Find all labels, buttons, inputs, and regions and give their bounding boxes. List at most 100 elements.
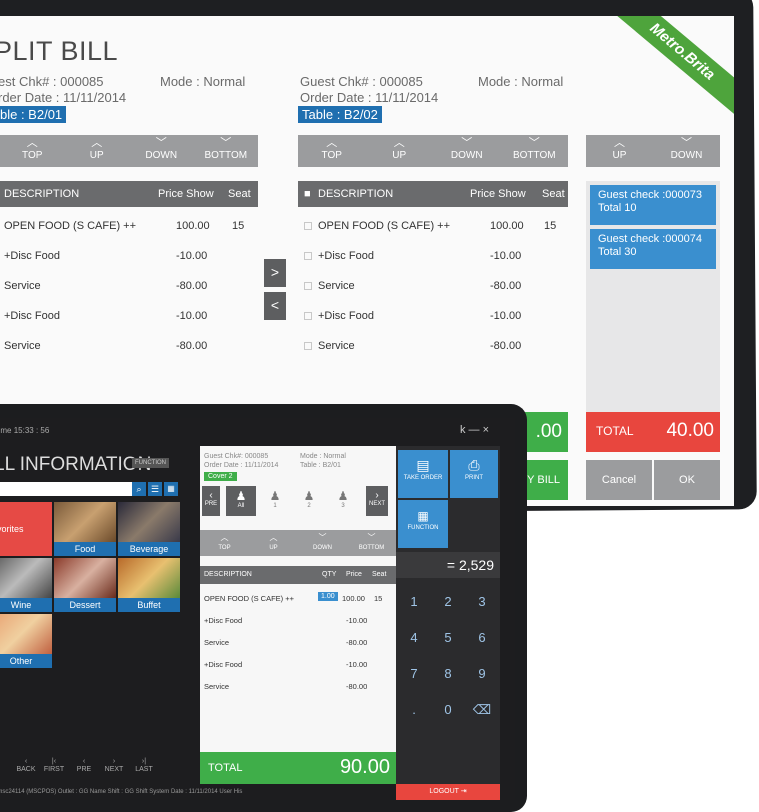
- table-row[interactable]: +Disc Food -10.00: [0, 302, 258, 332]
- table-row[interactable]: +Disc Food -10.00: [298, 302, 568, 332]
- nav-bottom[interactable]: ﹀ BOTTOM: [347, 530, 396, 556]
- seat-1-button[interactable]: ♟ 1: [260, 486, 290, 516]
- key-7[interactable]: 7: [396, 656, 432, 692]
- row-checkbox[interactable]: [304, 312, 312, 320]
- row-checkbox[interactable]: [304, 252, 312, 260]
- right-nav-top[interactable]: ︿ TOP: [298, 135, 366, 167]
- right-nav-down[interactable]: ﹀ DOWN: [433, 135, 501, 167]
- key-3[interactable]: 3: [464, 584, 500, 620]
- right-nav-bar: ︿ TOP ︿ UP ﹀ DOWN ﹀ BOTTOM: [298, 135, 568, 167]
- right-nav-up[interactable]: ︿ UP: [366, 135, 434, 167]
- grid-view-icon[interactable]: ▦: [164, 482, 178, 496]
- key-8[interactable]: 8: [430, 656, 466, 692]
- nav-pre[interactable]: ‹ PRE: [72, 758, 96, 774]
- ok-button[interactable]: OK: [654, 460, 720, 500]
- nav-next[interactable]: › NEXT: [102, 758, 126, 774]
- key-0[interactable]: 0: [430, 692, 466, 728]
- backspace-icon[interactable]: ⌫: [464, 692, 500, 728]
- key-4[interactable]: 4: [396, 620, 432, 656]
- category-food[interactable]: Food: [54, 502, 116, 556]
- table-row[interactable]: OPEN FOOD (S CAFE) ++ 100.00 15: [0, 212, 258, 242]
- list-view-icon[interactable]: ☰: [148, 482, 162, 496]
- row-desc[interactable]: Service: [204, 682, 229, 691]
- cancel-button[interactable]: Cancel: [586, 460, 652, 500]
- nav-back[interactable]: ‹ BACK: [14, 758, 38, 774]
- key-6[interactable]: 6: [464, 620, 500, 656]
- move-right-button[interactable]: >: [264, 259, 286, 287]
- key-9[interactable]: 9: [464, 656, 500, 692]
- key-dot[interactable]: .: [396, 692, 432, 728]
- row-price: -80.00: [346, 682, 368, 691]
- nav-first[interactable]: |‹ FIRST: [42, 758, 66, 774]
- search-input[interactable]: [0, 482, 132, 496]
- logout-button[interactable]: LOGOUT ⇥: [396, 784, 500, 800]
- category-wine[interactable]: Wine: [0, 558, 52, 612]
- nav-last[interactable]: ›| LAST: [132, 758, 156, 774]
- person-icon: ♟: [235, 489, 247, 503]
- right-mode: Mode : Normal: [478, 74, 564, 89]
- nav-p[interactable]: ‹P: [0, 758, 4, 774]
- table-row[interactable]: +Disc Food -10.00: [298, 242, 568, 272]
- nav-down[interactable]: ﹀ DOWN: [298, 530, 347, 556]
- qty-badge[interactable]: 1.00: [318, 592, 338, 601]
- category-beverage[interactable]: Beverage: [118, 502, 180, 556]
- left-table-header: DESCRIPTION Price Show Seat: [0, 181, 258, 207]
- order-panel: Guest Chk#: 000085 Mode : Normal Order D…: [200, 446, 396, 784]
- take-order-button[interactable]: ▤ TAKE ORDER: [398, 450, 448, 498]
- table-row[interactable]: Service -80.00: [0, 272, 258, 302]
- checks-nav-down[interactable]: ﹀ DOWN: [653, 135, 720, 167]
- row-desc[interactable]: OPEN FOOD (S CAFE) ++: [204, 594, 294, 603]
- seat-pre-button[interactable]: ‹ PRE: [202, 486, 220, 516]
- row-price: -10.00: [346, 616, 368, 625]
- select-all-checkbox[interactable]: ■: [304, 188, 311, 200]
- bill-information-screen: Time 15:33 : 56 k — × LL INFORMATION FUN…: [0, 418, 515, 800]
- key-2[interactable]: 2: [430, 584, 466, 620]
- left-nav-top[interactable]: ︿ TOP: [0, 135, 65, 167]
- search-icon[interactable]: ⌕: [132, 482, 146, 496]
- category-buffet[interactable]: Buffet: [118, 558, 180, 612]
- guest-check-item[interactable]: Guest check :000074 Total 30: [590, 229, 716, 269]
- page-title: LL INFORMATION: [0, 454, 152, 475]
- table-row[interactable]: Service -80.00: [298, 332, 568, 362]
- function-tag: FUNCTION: [132, 458, 169, 468]
- category-other[interactable]: Other: [0, 614, 52, 668]
- key-1[interactable]: 1: [396, 584, 432, 620]
- left-mode: Mode : Normal: [160, 74, 246, 89]
- move-left-button[interactable]: <: [264, 292, 286, 320]
- table-row[interactable]: Service -80.00: [298, 272, 568, 302]
- left-nav-bar: ︿ TOP ︿ UP ﹀ DOWN ﹀ BOTTOM: [0, 135, 258, 167]
- row-checkbox[interactable]: [304, 342, 312, 350]
- seat-all-button[interactable]: ♟ All: [226, 486, 256, 516]
- nav-top[interactable]: ︿ TOP: [200, 530, 249, 556]
- right-guest-check: Guest Chk# : 000085: [300, 74, 423, 89]
- category-dessert[interactable]: Dessert: [54, 558, 116, 612]
- seat-2-button[interactable]: ♟ 2: [294, 486, 324, 516]
- window-controls[interactable]: k — ×: [460, 424, 489, 436]
- nav-up[interactable]: ︿ UP: [249, 530, 298, 556]
- col-seat: Seat: [542, 188, 565, 200]
- seat-next-button[interactable]: › NEXT: [366, 486, 388, 516]
- key-5[interactable]: 5: [430, 620, 466, 656]
- checks-nav-up[interactable]: ︿ UP: [586, 135, 653, 167]
- table-row[interactable]: +Disc Food -10.00: [0, 242, 258, 272]
- row-desc[interactable]: +Disc Food: [204, 660, 242, 669]
- total-label: TOTAL: [208, 762, 243, 774]
- table-row[interactable]: Service -80.00: [0, 332, 258, 362]
- left-nav-bottom[interactable]: ﹀ BOTTOM: [194, 135, 259, 167]
- row-desc[interactable]: Service: [204, 638, 229, 647]
- guest-check: Guest Chk#: 000085: [204, 453, 269, 460]
- row-desc[interactable]: +Disc Food: [204, 616, 242, 625]
- print-button[interactable]: ⎙ PRINT: [450, 450, 498, 498]
- seat-3-button[interactable]: ♟ 3: [328, 486, 358, 516]
- row-checkbox[interactable]: [304, 282, 312, 290]
- row-checkbox[interactable]: [304, 222, 312, 230]
- function-button[interactable]: ▦ FUNCTION: [398, 500, 448, 548]
- order-table-header: DESCRIPTION QTY Price Seat: [200, 566, 396, 584]
- table-row[interactable]: OPEN FOOD (S CAFE) ++ 100.00 15: [298, 212, 568, 242]
- right-nav-bottom[interactable]: ﹀ BOTTOM: [501, 135, 569, 167]
- left-nav-up[interactable]: ︿ UP: [65, 135, 130, 167]
- guest-check-item[interactable]: Guest check :000073 Total 10: [590, 185, 716, 225]
- col-seat: Seat: [228, 188, 251, 200]
- category-favorites[interactable]: avorites: [0, 502, 52, 556]
- left-nav-down[interactable]: ﹀ DOWN: [129, 135, 194, 167]
